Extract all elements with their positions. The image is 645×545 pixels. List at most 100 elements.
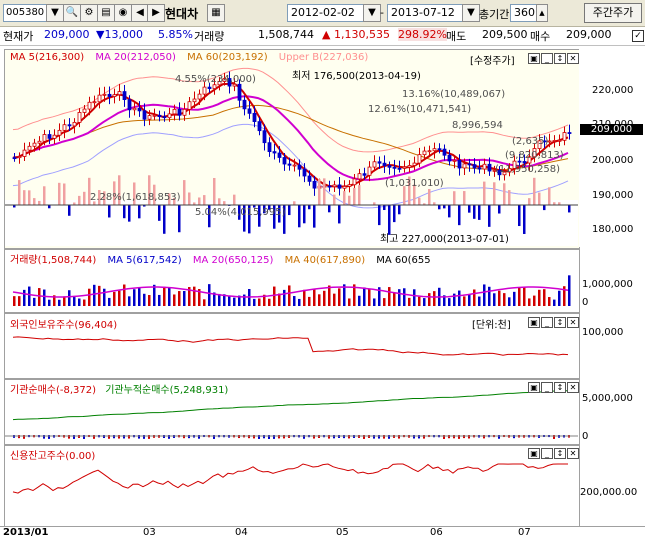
end-date-dropdown-icon[interactable]: ▼ bbox=[462, 4, 480, 22]
upper-band-line bbox=[13, 68, 568, 151]
price-sub-bar bbox=[313, 205, 316, 228]
legend-volume: 거래량(1,508,744) bbox=[10, 255, 96, 266]
foreign-settings-icon[interactable]: ▣ bbox=[528, 317, 540, 328]
volume-bar bbox=[398, 289, 401, 306]
current-price-tag: 209,000 bbox=[580, 124, 643, 135]
volume-bar bbox=[228, 296, 231, 306]
candle-body bbox=[518, 161, 521, 162]
period-stepper[interactable]: ▲ bbox=[536, 4, 548, 22]
panel-close-icon[interactable]: ✕ bbox=[567, 53, 579, 64]
volume-bar bbox=[333, 294, 336, 306]
foreign-close-icon[interactable]: ✕ bbox=[567, 317, 579, 328]
price-sub-bar bbox=[453, 191, 456, 205]
inst-min-icon[interactable]: _ bbox=[541, 382, 553, 393]
volume-bar bbox=[218, 294, 221, 306]
candle-body bbox=[398, 168, 401, 169]
volume-bar bbox=[298, 299, 301, 306]
date-separator: - bbox=[380, 6, 384, 19]
volume-bar bbox=[103, 289, 106, 306]
candle-body bbox=[468, 164, 471, 165]
credit-max-icon[interactable]: ↕ bbox=[554, 448, 566, 459]
price-sub-bar bbox=[318, 179, 321, 205]
stock-code-input[interactable]: 005380 bbox=[3, 4, 47, 22]
price-sub-bar bbox=[518, 205, 521, 226]
weekly-price-button[interactable]: 주간주가 bbox=[584, 3, 642, 23]
volume-bar bbox=[153, 285, 156, 306]
credit-min-icon[interactable]: _ bbox=[541, 448, 553, 459]
memo-icon[interactable]: ▦ bbox=[207, 4, 225, 22]
foreign-min-icon[interactable]: _ bbox=[541, 317, 553, 328]
candle-body bbox=[478, 168, 481, 169]
price-sub-bar bbox=[493, 182, 496, 205]
annotation-10: 8,996,594 bbox=[452, 120, 503, 131]
candle-body bbox=[438, 149, 441, 150]
volume-bar bbox=[383, 298, 386, 306]
candle-body bbox=[208, 87, 211, 88]
price-sub-bar bbox=[418, 198, 421, 205]
price-sub-bar bbox=[23, 190, 26, 205]
price-sub-bar bbox=[463, 191, 466, 205]
x-label-4: 06 bbox=[430, 527, 443, 538]
dropdown-icon[interactable]: ▼ bbox=[46, 4, 64, 22]
volume-change-pct: 298.92% bbox=[398, 28, 447, 41]
price-sub-bar bbox=[43, 186, 46, 205]
credit-close-icon[interactable]: ✕ bbox=[567, 448, 579, 459]
checkbox[interactable]: ✓ bbox=[632, 30, 644, 42]
start-date-input[interactable]: 2012-02-02 bbox=[287, 4, 364, 22]
volume-bar bbox=[403, 288, 406, 306]
credit-line bbox=[13, 464, 568, 493]
price-tick-5: 180,000 bbox=[592, 224, 633, 235]
inst-max-icon[interactable]: ↕ bbox=[554, 382, 566, 393]
price-axis bbox=[579, 49, 645, 247]
volume-bar bbox=[558, 291, 561, 306]
price-sub-bar bbox=[63, 183, 66, 205]
price-sub-bar bbox=[223, 201, 226, 205]
panel-max-icon[interactable]: ↕ bbox=[554, 53, 566, 64]
candle-body bbox=[128, 100, 131, 110]
candle-body bbox=[328, 186, 331, 187]
price-sub-bar bbox=[528, 198, 531, 205]
candle-body bbox=[158, 115, 161, 116]
inst-close-icon[interactable]: ✕ bbox=[567, 382, 579, 393]
foreign-max-icon[interactable]: ↕ bbox=[554, 317, 566, 328]
print-icon[interactable]: ▤ bbox=[97, 4, 115, 22]
volume-bar bbox=[173, 294, 176, 306]
candle-body bbox=[73, 122, 76, 125]
price-sub-bar bbox=[178, 205, 181, 232]
volume-bar bbox=[313, 289, 316, 306]
candle-body bbox=[148, 116, 151, 120]
volume-bar bbox=[338, 288, 341, 306]
search-icon[interactable]: 🔍 bbox=[63, 4, 81, 22]
volume-bar bbox=[473, 289, 476, 306]
legend-vol-ma5: MA 5(617,542) bbox=[107, 255, 181, 266]
credit-settings-icon[interactable]: ▣ bbox=[528, 448, 540, 459]
price-sub-bar bbox=[303, 205, 306, 223]
price-sub-bar bbox=[393, 205, 396, 222]
volume-bar bbox=[113, 292, 116, 306]
volume-bar bbox=[23, 290, 26, 306]
next-icon[interactable]: ▶ bbox=[147, 4, 165, 22]
panel-min-icon[interactable]: _ bbox=[541, 53, 553, 64]
gear-icon[interactable]: ⚙ bbox=[80, 4, 98, 22]
end-date-input[interactable]: 2013-07-12 bbox=[387, 4, 464, 22]
start-date-dropdown-icon[interactable]: ▼ bbox=[363, 4, 381, 22]
panel-settings-icon[interactable]: ▣ bbox=[528, 53, 540, 64]
unit-label: [단위:천] bbox=[472, 316, 511, 331]
candle-body bbox=[98, 95, 101, 102]
candle-body bbox=[203, 87, 206, 94]
eye-icon[interactable]: ◉ bbox=[114, 4, 132, 22]
candle-body bbox=[393, 167, 396, 168]
candle-body bbox=[563, 133, 566, 141]
x-label-3: 05 bbox=[336, 527, 349, 538]
volume-tick-1: 1,000,000 bbox=[582, 279, 633, 290]
price-sub-bar bbox=[308, 205, 311, 209]
candle-body bbox=[373, 162, 376, 167]
candle-body bbox=[178, 109, 181, 115]
inst-settings-icon[interactable]: ▣ bbox=[528, 382, 540, 393]
candle-body bbox=[238, 84, 241, 100]
high-annotation: 최고 227,000(2013-07-01) bbox=[380, 230, 509, 245]
volume-bar bbox=[458, 291, 461, 306]
candle-body bbox=[53, 135, 56, 138]
volume-bar bbox=[568, 275, 571, 306]
volume-bar bbox=[428, 293, 431, 306]
